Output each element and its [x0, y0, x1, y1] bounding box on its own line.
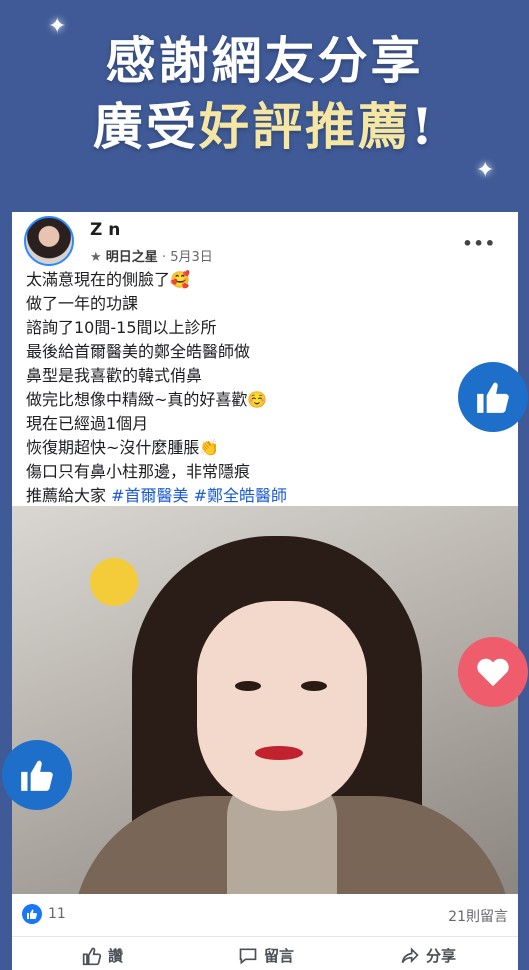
- post-line: 做完比想像中精緻~真的好喜歡☺️: [26, 390, 268, 409]
- post-line: 現在已經過1個月: [26, 414, 149, 433]
- thumbs-up-icon: [82, 947, 102, 965]
- like-button-label: 讚: [108, 947, 124, 965]
- photo-eye: [301, 681, 327, 691]
- post-date[interactable]: 5月3日: [170, 250, 213, 265]
- fan-badge: 明日之星: [105, 250, 158, 265]
- post-line: 傷口只有鼻小柱那邊，非常隱痕: [26, 462, 251, 481]
- post-header: Z n ★ 明日之星 · 5月3日 •••: [24, 216, 504, 268]
- sparkle-icon: ✦: [48, 14, 67, 39]
- comment-button-label: 留言: [264, 947, 295, 965]
- post-line-hashtags: 推薦給大家 #首爾醫美 #鄭全皓醫師: [26, 484, 486, 508]
- post-meta: ★ 明日之星 · 5月3日: [90, 246, 213, 265]
- share-button-label: 分享: [426, 947, 457, 965]
- post-line: 最後給首爾醫美的鄭全皓醫師做: [26, 342, 251, 361]
- sparkle-icon: ✦: [476, 158, 495, 183]
- post-line: 恢復期超快~沒什麼腫脹👏: [26, 438, 220, 457]
- post-line: 鼻型是我喜歡的韓式俏鼻: [26, 366, 203, 385]
- comment-button[interactable]: 留言: [238, 945, 294, 966]
- post-line: 諮詢了10間-15間以上診所: [26, 318, 217, 337]
- share-icon: [401, 946, 419, 963]
- smiley-sticker-icon: [90, 558, 138, 606]
- like-reaction-icon[interactable]: [22, 904, 42, 924]
- like-button[interactable]: 讚: [82, 945, 123, 966]
- promo-headline: 感謝網友分享 廣受好評推薦!: [0, 28, 529, 160]
- more-options-icon[interactable]: •••: [462, 234, 496, 253]
- post-line: 做了一年的功課: [26, 294, 139, 313]
- like-bubble-icon: [458, 362, 528, 432]
- star-badge-icon: ★: [90, 250, 102, 265]
- hashtag-prefix: 推薦給大家: [26, 486, 112, 505]
- post-action-bar: 讚 留言 分享: [12, 936, 518, 970]
- post-photo[interactable]: [12, 506, 518, 894]
- avatar[interactable]: [24, 216, 74, 266]
- like-count[interactable]: 11: [48, 906, 66, 922]
- facebook-post-card: Z n ★ 明日之星 · 5月3日 ••• 太滿意現在的側臉了🥰 做了一年的功課…: [2, 212, 528, 970]
- comment-count[interactable]: 21則留言: [448, 906, 508, 926]
- headline-exclamation: !: [411, 97, 436, 156]
- photo-face: [197, 601, 367, 811]
- post-body: 太滿意現在的側臉了🥰 做了一年的功課 諮詢了10間-15間以上診所 最後給首爾醫…: [26, 268, 486, 508]
- share-button[interactable]: 分享: [400, 945, 456, 966]
- hashtag-link[interactable]: #首爾醫美: [111, 486, 188, 505]
- headline-line-2-start: 廣受: [93, 97, 200, 156]
- heart-bubble-icon: [458, 637, 528, 707]
- like-bubble-icon: [2, 740, 72, 810]
- post-line: 太滿意現在的側臉了🥰: [26, 270, 190, 289]
- headline-line-2: 廣受好評推薦!: [0, 94, 529, 160]
- photo-lips: [255, 746, 303, 760]
- reaction-summary: 11 21則留言: [22, 904, 508, 926]
- author-name[interactable]: Z n: [90, 220, 120, 240]
- photo-eye: [235, 681, 261, 691]
- headline-accent-text: 好評推薦: [199, 97, 412, 156]
- comment-icon: [239, 948, 257, 964]
- headline-line-1: 感謝網友分享: [105, 31, 424, 90]
- meta-separator: ·: [161, 250, 171, 265]
- hashtag-link[interactable]: #鄭全皓醫師: [194, 486, 287, 505]
